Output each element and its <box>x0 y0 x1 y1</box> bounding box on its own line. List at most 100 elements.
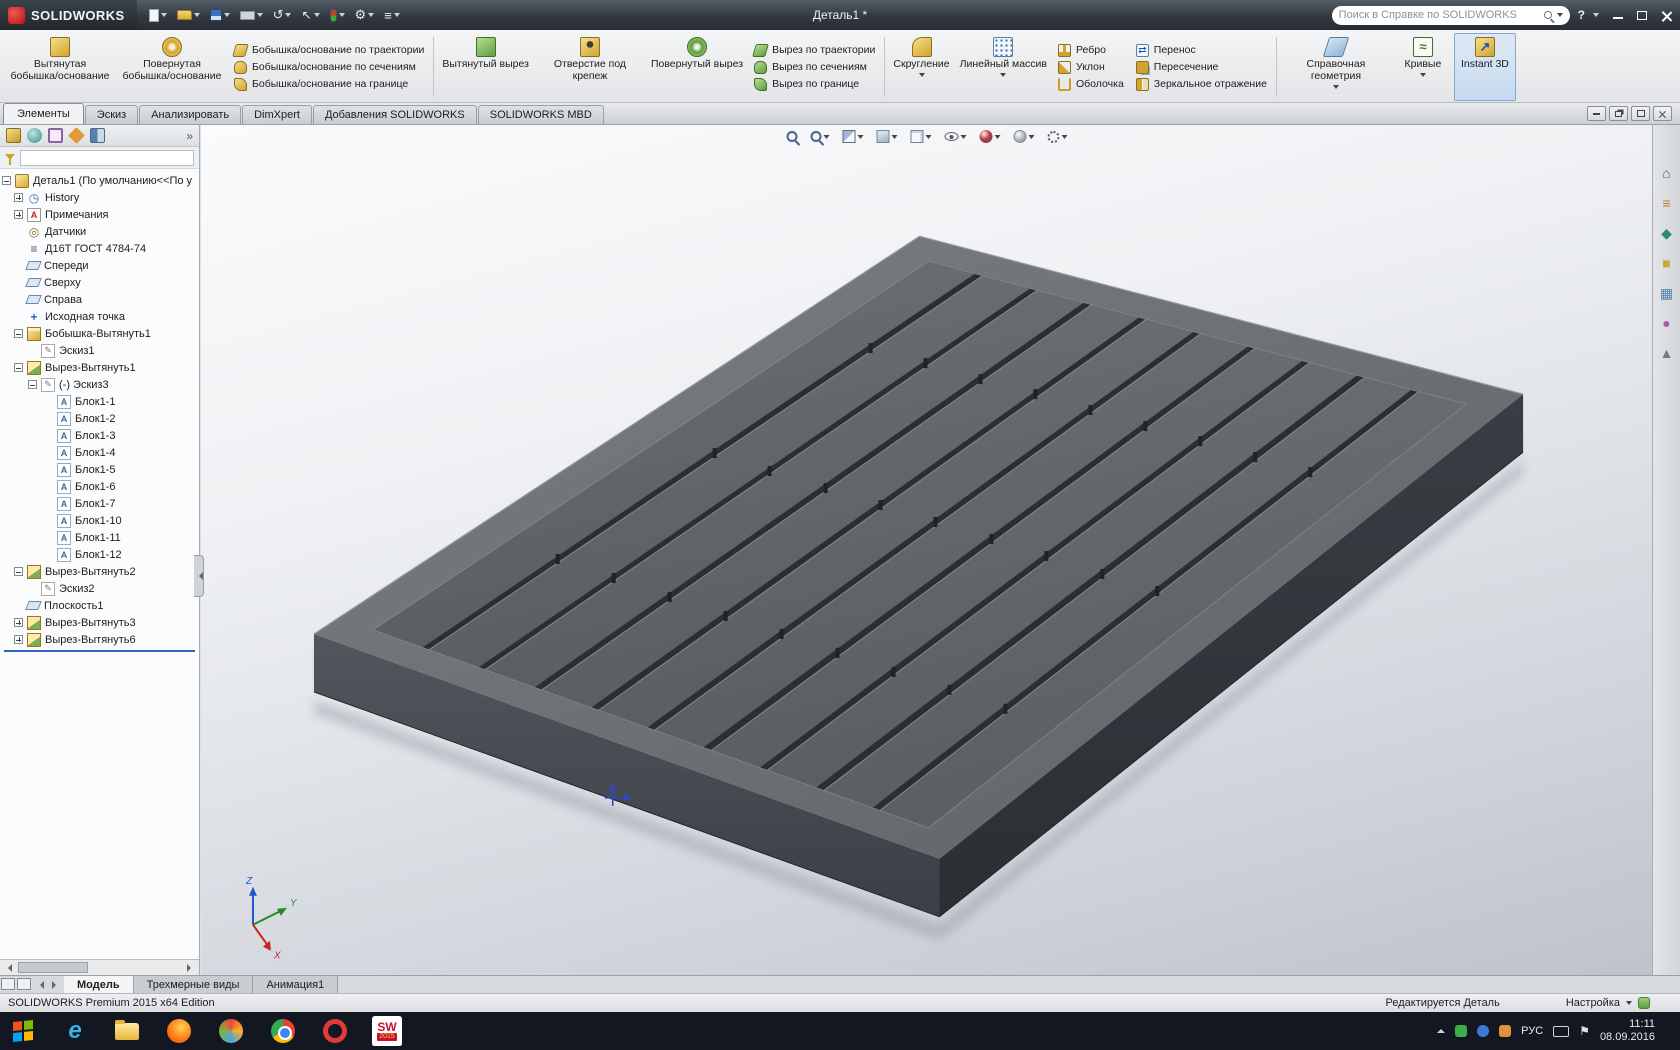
shell-button[interactable]: Оболочка <box>1058 77 1124 91</box>
zoom-fit-button[interactable] <box>784 129 799 144</box>
media-player-button[interactable] <box>216 1016 246 1046</box>
tab-scroll-left-icon[interactable] <box>32 976 48 993</box>
tab-dimxpert[interactable]: DimXpert <box>242 105 312 124</box>
scroll-right-icon[interactable] <box>183 960 199 975</box>
tree-item-front-plane[interactable]: Спереди <box>2 257 199 274</box>
select-button[interactable] <box>299 6 321 24</box>
tab-features[interactable]: Элементы <box>3 103 84 124</box>
tab-3d-views[interactable]: Трехмерные виды <box>133 976 254 993</box>
dimxpertmanager-icon[interactable] <box>68 127 85 144</box>
lofted-boss-button[interactable]: Бобышка/основание по сечениям <box>234 60 424 74</box>
search-options-caret[interactable] <box>1556 13 1563 17</box>
tree-item-block1-5[interactable]: Блок1-5 <box>2 461 199 478</box>
doc-close-button[interactable] <box>1653 106 1672 121</box>
edit-appearance-button[interactable] <box>977 128 1002 145</box>
flag-icon[interactable] <box>1579 1024 1590 1038</box>
fillet-button[interactable]: Скругление <box>888 33 954 101</box>
tree-item-block1-2[interactable]: Блок1-2 <box>2 410 199 427</box>
new-document-button[interactable] <box>147 7 169 24</box>
tree-item-annotations[interactable]: Примечания <box>2 206 199 223</box>
rebuild-button[interactable] <box>328 7 347 24</box>
expand-toggle[interactable] <box>14 363 23 372</box>
configurationmanager-icon[interactable] <box>48 128 63 143</box>
graphics-area[interactable]: Z Y X <box>201 125 1652 975</box>
tree-item-block1-4[interactable]: Блок1-4 <box>2 444 199 461</box>
instant3d-button[interactable]: Instant 3D <box>1453 33 1516 101</box>
print-button[interactable] <box>238 9 265 22</box>
split-view-icon[interactable] <box>1 978 15 990</box>
tree-item-part-root[interactable]: Деталь1 (По умолчанию<<По у <box>2 172 199 189</box>
taskbar-clock[interactable]: 11:11 08.09.2016 <box>1600 1018 1659 1044</box>
tree-item-right-plane[interactable]: Справа <box>2 291 199 308</box>
options-button[interactable] <box>353 5 377 25</box>
customize-caret[interactable] <box>1626 1001 1632 1005</box>
tree-filter-input[interactable] <box>20 149 194 166</box>
solidworks-resources-icon[interactable] <box>1657 193 1677 213</box>
revolved-boss-button[interactable]: Повернутая бобышка/основание <box>116 33 228 101</box>
home-icon[interactable] <box>1657 163 1677 183</box>
expand-toggle[interactable] <box>28 380 37 389</box>
tab-sketch[interactable]: Эскиз <box>84 105 139 124</box>
extruded-cut-button[interactable]: Вытянутый вырез <box>437 33 534 101</box>
linear-pattern-button[interactable]: Линейный массив <box>955 33 1052 101</box>
swept-boss-button[interactable]: Бобышка/основание по траектории <box>232 43 424 57</box>
reference-geometry-button[interactable]: Справочная геометрия <box>1280 33 1392 101</box>
tree-item-cut-extrude1[interactable]: Вырез-Вытянуть1 <box>2 359 199 376</box>
tree-item-material[interactable]: Д16Т ГОСТ 4784-74 <box>2 240 199 257</box>
draft-button[interactable]: Уклон <box>1058 60 1124 74</box>
tab-mbd[interactable]: SOLIDWORKS MBD <box>477 105 604 124</box>
chrome-button[interactable] <box>268 1016 298 1046</box>
hidden-icons-chevron-icon[interactable] <box>1437 1025 1446 1033</box>
expand-toggle[interactable] <box>14 193 23 202</box>
swept-cut-button[interactable]: Вырез по траектории <box>752 43 875 57</box>
solidworks-taskbar-button[interactable]: SW 2015 <box>372 1016 402 1046</box>
minimize-icon[interactable] <box>1613 11 1623 19</box>
tree-item-block1-3[interactable]: Блок1-3 <box>2 427 199 444</box>
hide-show-items-button[interactable] <box>942 130 968 143</box>
panel-splitter-handle[interactable] <box>194 555 204 597</box>
boundary-cut-button[interactable]: Вырез по границе <box>754 77 875 91</box>
propertymanager-icon[interactable] <box>27 128 42 143</box>
language-indicator[interactable]: РУС <box>1521 1025 1543 1037</box>
tree-item-plane1[interactable]: Плоскость1 <box>2 597 199 614</box>
tree-item-cut-extrude6[interactable]: Вырез-Вытянуть6 <box>2 631 199 648</box>
internet-explorer-button[interactable]: e <box>60 1016 90 1046</box>
lofted-cut-button[interactable]: Вырез по сечениям <box>754 60 875 74</box>
rollback-bar[interactable] <box>4 650 195 652</box>
tab-addins[interactable]: Добавления SOLIDWORKS <box>312 105 477 124</box>
tree-item-cut-extrude3[interactable]: Вырез-Вытянуть3 <box>2 614 199 631</box>
intersect-button[interactable]: Пересечение <box>1135 60 1267 74</box>
model-3d-view[interactable]: Z Y X <box>201 125 1652 975</box>
doc-maximize-button[interactable] <box>1631 106 1650 121</box>
tray-antivirus-icon[interactable] <box>1455 1025 1468 1037</box>
file-explorer-button[interactable] <box>112 1016 142 1046</box>
revolved-cut-button[interactable]: Повернутый вырез <box>646 33 748 101</box>
close-icon[interactable] <box>1661 10 1672 21</box>
doc-minimize-button[interactable] <box>1587 106 1606 121</box>
tree-item-block1-6[interactable]: Блок1-6 <box>2 478 199 495</box>
undo-button[interactable] <box>271 6 294 24</box>
mirror-button[interactable]: Зеркальное отражение <box>1135 77 1267 91</box>
tab-animation1[interactable]: Анимация1 <box>253 976 339 993</box>
model-tray[interactable] <box>313 235 1524 918</box>
file-explorer-icon[interactable] <box>1657 253 1677 273</box>
tab-evaluate[interactable]: Анализировать <box>139 105 242 124</box>
custom-properties-icon[interactable] <box>1657 343 1677 363</box>
tree-item-boss-extrude1[interactable]: Бобышка-Вытянуть1 <box>2 325 199 342</box>
status-customize[interactable]: Настройка <box>1566 997 1620 1009</box>
display-style-button[interactable] <box>908 128 933 145</box>
boundary-boss-button[interactable]: Бобышка/основание на границе <box>234 77 424 91</box>
view-settings-button[interactable] <box>1045 129 1069 145</box>
help-button[interactable]: ? <box>1578 8 1585 22</box>
tree-item-sensors[interactable]: Датчики <box>2 223 199 240</box>
tree-item-block1-7[interactable]: Блок1-7 <box>2 495 199 512</box>
maximize-icon[interactable] <box>1637 10 1647 20</box>
tray-update-icon[interactable] <box>1499 1025 1512 1037</box>
tab-model[interactable]: Модель <box>64 976 134 993</box>
tree-item-sketch2[interactable]: Эскиз2 <box>2 580 199 597</box>
tree-horizontal-scrollbar[interactable] <box>0 959 199 975</box>
design-library-icon[interactable] <box>1657 223 1677 243</box>
featuremanager-tree-icon[interactable] <box>6 128 21 143</box>
search-icon[interactable] <box>1543 11 1552 19</box>
zoom-area-button[interactable] <box>808 129 831 144</box>
